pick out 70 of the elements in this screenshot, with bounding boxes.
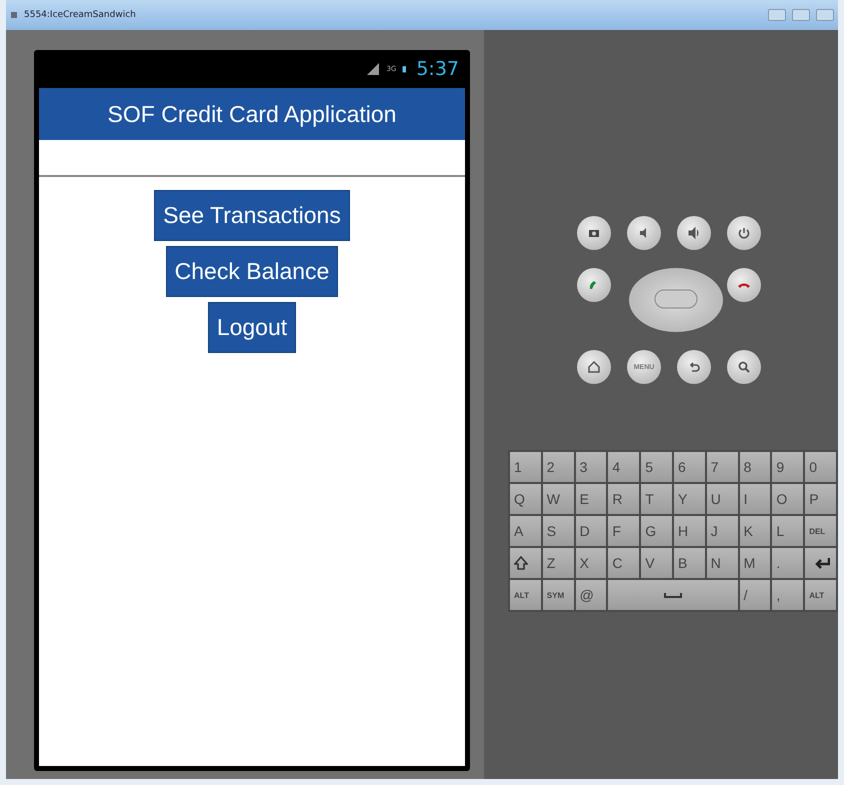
keyboard-key[interactable]: X [576,548,606,578]
keyboard-key[interactable]: A [510,516,541,546]
keyboard-key[interactable]: . [772,548,804,578]
end-call-button[interactable] [727,268,761,302]
power-icon [737,226,751,240]
keyboard-key[interactable]: ALT [805,580,836,610]
camera-button[interactable] [577,216,611,250]
keyboard-key[interactable]: 3 [576,452,606,482]
menu-button[interactable]: Check Balance [166,246,338,297]
keyboard-key[interactable]: F [608,516,640,546]
keyboard-key[interactable]: D [576,516,606,546]
keyboard-key[interactable]: V [641,548,672,578]
keyboard-key[interactable]: Z [542,548,574,578]
keyboard-key[interactable]: W [542,484,574,514]
keyboard-key[interactable]: 5 [641,452,672,482]
keyboard-key[interactable]: G [641,516,672,546]
keyboard-key[interactable]: C [608,548,640,578]
power-button[interactable] [727,216,761,250]
keyboard-key[interactable]: U [706,484,738,514]
keyboard-key[interactable]: B [674,548,705,578]
window-title: 5554:IceCreamSandwich [24,10,137,20]
keyboard-key[interactable]: N [706,548,738,578]
menu-button[interactable]: Logout [208,302,296,353]
keyboard-key[interactable]: K [740,516,770,546]
app-icon [10,11,18,19]
call-button[interactable] [577,268,611,302]
clock: 5:37 [416,58,459,80]
keyboard-key[interactable]: 0 [805,452,836,482]
shift-key[interactable] [510,548,541,578]
search-button[interactable] [727,350,761,384]
keyboard-key[interactable]: 4 [608,452,640,482]
keyboard-key[interactable]: P [805,484,836,514]
keyboard-key[interactable]: , [772,580,804,610]
keyboard-key[interactable]: 6 [674,452,705,482]
home-icon [587,360,601,374]
shift-icon [514,556,528,570]
space-icon [662,591,683,599]
search-icon [737,360,751,374]
keyboard-key[interactable]: / [740,580,770,610]
keyboard-key[interactable]: M [740,548,770,578]
back-icon [687,360,701,374]
keyboard-key[interactable]: @ [576,580,606,610]
speaker-icon [687,226,701,240]
keyboard-key[interactable]: 8 [740,452,770,482]
keyboard-key[interactable]: E [576,484,606,514]
keyboard-key[interactable]: S [542,516,574,546]
keyboard-key[interactable]: O [772,484,804,514]
keyboard-key[interactable]: 9 [772,452,804,482]
keyboard-key[interactable]: 7 [706,452,738,482]
enter-key[interactable] [805,548,836,578]
keyboard-key[interactable]: 1 [510,452,541,482]
keyboard-key[interactable]: I [740,484,770,514]
volume-up-button[interactable] [677,216,711,250]
keyboard-key[interactable]: R [608,484,640,514]
keyboard-key[interactable]: SYM [542,580,574,610]
menu-button[interactable]: See Transactions [154,190,350,241]
keyboard-key[interactable]: T [641,484,672,514]
app-title: SOF Credit Card Application [108,100,396,128]
home-button[interactable] [577,350,611,384]
delete-key[interactable]: DEL [805,516,836,546]
keyboard-key[interactable]: H [674,516,705,546]
keyboard-key[interactable]: J [706,516,738,546]
dpad-center-icon [654,288,698,308]
keyboard-key[interactable]: Q [510,484,541,514]
keyboard-key[interactable]: L [772,516,804,546]
volume-down-button[interactable] [627,216,661,250]
keyboard-key[interactable]: ALT [510,580,541,610]
back-button[interactable] [677,350,711,384]
keyboard-key[interactable]: Y [674,484,705,514]
keyboard-key[interactable]: 2 [542,452,574,482]
